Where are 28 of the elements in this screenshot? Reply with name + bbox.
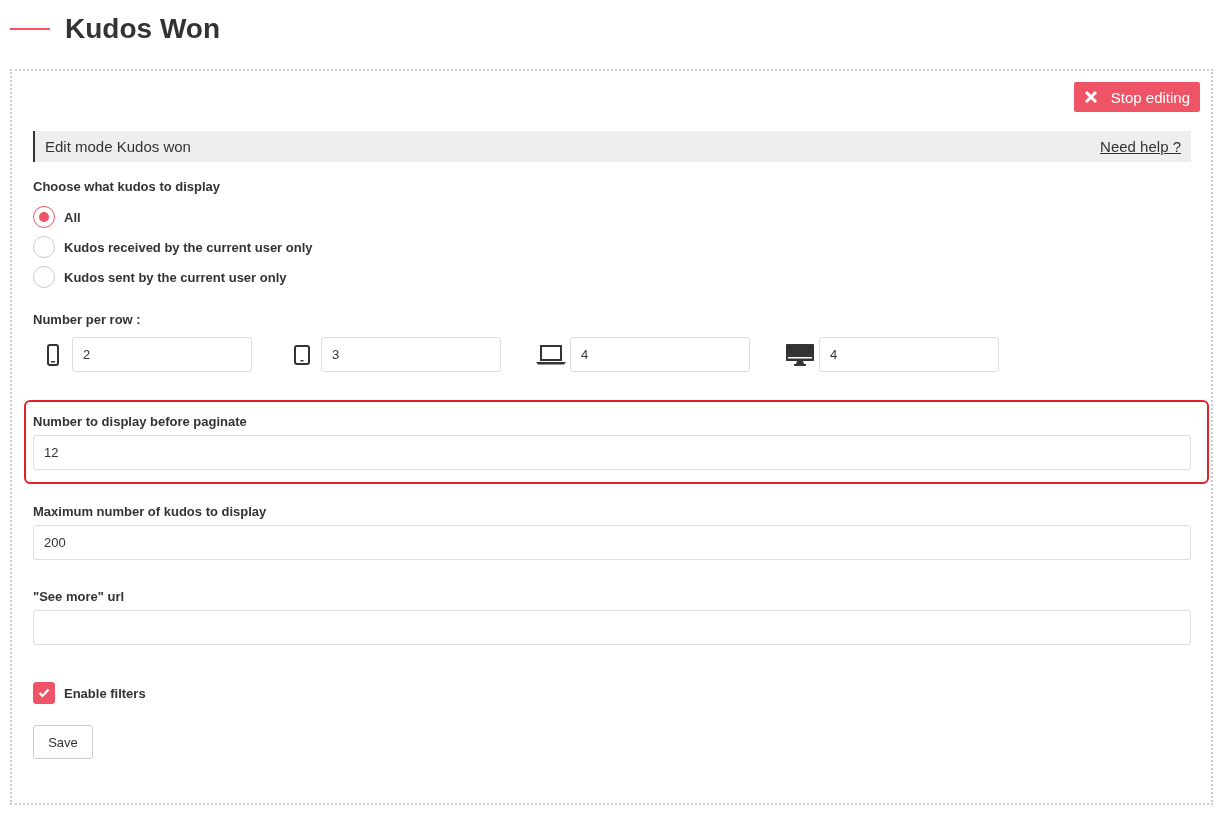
input-field[interactable] bbox=[33, 610, 1191, 645]
radio-label: All bbox=[64, 209, 81, 225]
input-field[interactable]: 200 bbox=[33, 525, 1191, 560]
page-title: Kudos Won bbox=[65, 13, 220, 45]
help-link[interactable]: Need help ? bbox=[1100, 138, 1181, 155]
field-label: Maximum number of kudos to display bbox=[33, 504, 268, 519]
number-field[interactable]: 2 bbox=[72, 337, 252, 372]
save-button[interactable]: Save bbox=[33, 725, 93, 759]
phone-icon bbox=[46, 343, 59, 366]
field-label: Number to display before paginate bbox=[33, 414, 248, 429]
field-label: "See more" url bbox=[33, 589, 126, 604]
edit-mode-title: Edit mode Kudos won bbox=[45, 138, 191, 155]
checkbox[interactable] bbox=[33, 682, 55, 704]
accent-line bbox=[10, 28, 50, 30]
laptop-icon bbox=[535, 344, 566, 365]
number-field[interactable]: 4 bbox=[819, 337, 999, 372]
number-field[interactable]: 3 bbox=[321, 337, 501, 372]
checkmark-icon bbox=[38, 688, 50, 698]
number-field[interactable]: 4 bbox=[570, 337, 750, 372]
input-field[interactable]: 12 bbox=[33, 435, 1191, 470]
tablet-icon bbox=[293, 344, 310, 365]
radio-label: Kudos sent by the current user only bbox=[64, 269, 287, 285]
field-label: Number per row : bbox=[33, 312, 142, 327]
monitor-icon bbox=[785, 343, 814, 366]
close-icon bbox=[1083, 90, 1098, 104]
field-label: Choose what kudos to display bbox=[33, 179, 222, 194]
checkbox-label: Enable filters bbox=[64, 685, 146, 701]
radio-label: Kudos received by the current user only bbox=[64, 239, 313, 255]
